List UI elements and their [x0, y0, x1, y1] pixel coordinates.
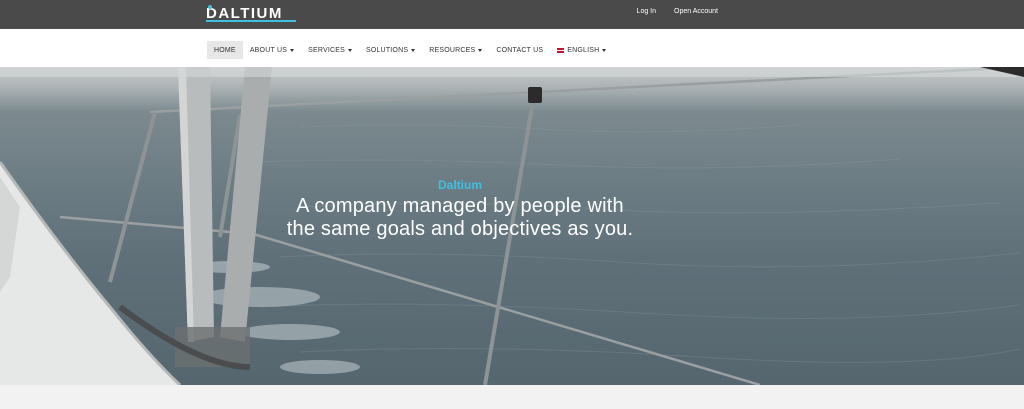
login-link[interactable]: Log In [637, 8, 656, 15]
page-footer-strip [0, 385, 1024, 409]
nav-home-label: HOME [214, 46, 236, 54]
chevron-down-icon [290, 48, 295, 52]
hero-banner: Daltium A company managed by people with… [0, 67, 1024, 385]
nav-services[interactable]: SERVICES [301, 41, 359, 59]
chevron-down-icon [478, 48, 483, 52]
nav-about-us-label: ABOUT US [249, 46, 288, 54]
chevron-down-icon [411, 48, 416, 52]
hero-tagline-line2: the same goals and objectives as you. [286, 218, 634, 240]
nav-solutions-label: SOLUTIONS [365, 46, 409, 54]
nav-services-label: SERVICES [308, 46, 345, 54]
nav-home[interactable]: HOME [207, 41, 243, 59]
logo-accent-dot-icon [208, 5, 212, 9]
open-account-link[interactable]: Open Account [674, 8, 718, 15]
logo-underline [206, 20, 296, 22]
main-navigation: HOME ABOUT US SERVICES SOLUTIONS RESOURC… [0, 29, 1024, 67]
nav-solutions[interactable]: SOLUTIONS [359, 41, 422, 59]
hero-tagline-line1: A company managed by people with [296, 195, 624, 217]
nav-resources[interactable]: RESOURCES [422, 41, 489, 59]
hero-text: Daltium A company managed by people with… [0, 178, 920, 241]
nav-contact-us-label: CONTACT US [496, 46, 544, 54]
hero-brand: Daltium [437, 178, 482, 192]
chevron-down-icon [602, 48, 607, 52]
logo-text: DALTIUM [206, 4, 283, 22]
nav-resources-label: RESOURCES [429, 46, 476, 54]
nav-language[interactable]: ENGLISH [550, 41, 613, 59]
nav-language-label: ENGLISH [567, 46, 600, 54]
uk-flag-icon [557, 47, 565, 53]
nav-contact-us[interactable]: CONTACT US [489, 41, 550, 59]
account-links: Log In Open Account [637, 8, 718, 15]
nav-about-us[interactable]: ABOUT US [243, 41, 301, 59]
top-bar: DALTIUM Log In Open Account [0, 0, 1024, 29]
chevron-down-icon [347, 48, 352, 52]
daltium-logo[interactable]: DALTIUM [206, 3, 296, 23]
